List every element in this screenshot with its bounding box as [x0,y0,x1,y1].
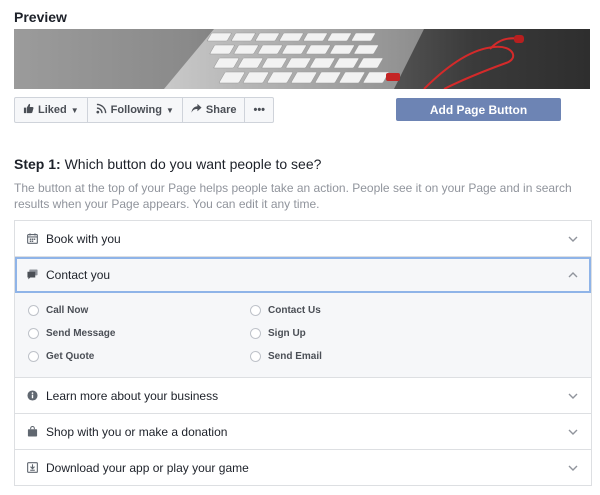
cover-photo [14,29,590,89]
option-row-contact[interactable]: Contact you [15,257,591,293]
thumbs-up-icon [23,103,34,117]
option-row-label: Contact you [46,267,111,282]
step-heading: Step 1: Which button do you want people … [14,156,321,172]
option-sign-up[interactable]: Sign Up [250,328,306,339]
option-get-quote[interactable]: Get Quote [28,351,94,362]
download-icon [26,462,38,474]
step-question: Which button do you want people to see? [60,156,322,172]
option-call-now[interactable]: Call Now [28,305,88,316]
chevron-up-icon [567,268,579,280]
radio-button[interactable] [28,328,39,339]
option-row-book[interactable]: Book with you [15,221,591,257]
radio-button[interactable] [250,305,261,316]
calendar-icon [26,233,38,245]
share-arrow-icon [191,103,202,117]
chevron-down-icon [567,425,579,437]
option-row-shop[interactable]: Shop with you or make a donation [15,414,591,450]
following-button[interactable]: Following ▼ [88,98,183,122]
share-button[interactable]: Share [183,98,246,122]
chevron-down-icon [567,389,579,401]
option-row-learn-more[interactable]: Learn more about your business [15,378,591,414]
caret-down-icon: ▼ [165,105,174,115]
option-row-label: Learn more about your business [46,388,219,403]
option-contact-us[interactable]: Contact Us [250,305,321,316]
more-button[interactable]: ••• [245,98,273,122]
option-row-download[interactable]: Download your app or play your game [15,450,591,486]
button-type-list: Book with you Contact you Call Now Conta… [14,220,592,486]
info-icon [26,390,38,402]
radio-button[interactable] [28,305,39,316]
chat-icon [26,269,38,281]
liked-button[interactable]: Liked ▼ [15,98,88,122]
option-send-email[interactable]: Send Email [250,351,322,362]
page-actions-bar: Liked ▼ Following ▼ Share ••• [14,97,275,123]
option-send-message[interactable]: Send Message [28,328,115,339]
option-row-label: Shop with you or make a donation [46,424,228,439]
option-row-label: Download your app or play your game [46,460,249,475]
rss-icon [96,103,107,117]
chevron-down-icon [567,232,579,244]
radio-button[interactable] [250,351,261,362]
add-page-button[interactable]: Add Page Button [396,98,561,121]
contact-options-panel: Call Now Contact Us Send Message Sign Up… [15,293,591,378]
shopping-bag-icon [26,426,38,438]
more-icon: ••• [253,104,266,116]
chevron-down-icon [567,461,579,473]
step-number: Step 1: [14,156,61,172]
radio-button[interactable] [28,351,39,362]
option-row-label: Book with you [46,231,121,246]
radio-button[interactable] [250,328,261,339]
preview-title: Preview [14,9,67,25]
step-description: The button at the top of your Page helps… [14,181,572,211]
caret-down-icon: ▼ [70,105,79,115]
